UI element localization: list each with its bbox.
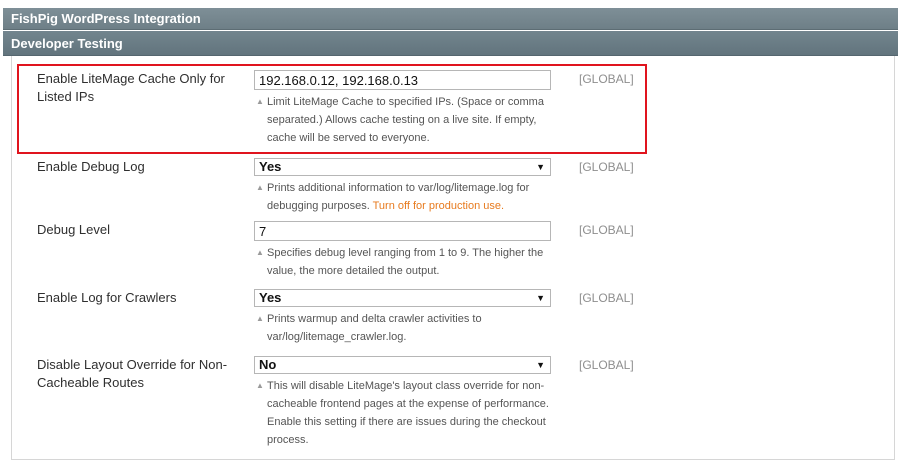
field-debug-level: ▲ Specifies debug level ranging from 1 t…	[254, 221, 554, 280]
select-value: Yes	[259, 290, 282, 305]
field-debug-log: Yes ▼ ▲ Prints additional information to…	[254, 158, 554, 215]
listed-ips-input[interactable]	[254, 70, 551, 90]
scope-label: [GLOBAL]	[579, 160, 634, 174]
note-debug-log: ▲ Prints additional information to var/l…	[254, 179, 557, 215]
section-header-developer-testing[interactable]: Developer Testing	[3, 31, 898, 56]
note-marker-icon: ▲	[256, 381, 264, 390]
note-marker-icon: ▲	[256, 314, 264, 323]
label-listed-ips: Enable LiteMage Cache Only for Listed IP…	[37, 71, 225, 104]
chevron-down-icon: ▼	[536, 293, 545, 303]
field-layout-override: No ▼ ▲ This will disable LiteMage's layo…	[254, 356, 554, 449]
layout-override-select[interactable]: No ▼	[254, 356, 551, 374]
scope-label: [GLOBAL]	[579, 72, 634, 86]
developer-testing-panel: Enable LiteMage Cache Only for Listed IP…	[11, 56, 895, 460]
note-marker-icon: ▲	[256, 183, 264, 192]
note-crawler-log: ▲ Prints warmup and delta crawler activi…	[254, 310, 557, 346]
note-warning-text: Turn off for production use.	[372, 200, 505, 212]
select-value: No	[259, 357, 277, 372]
note-text: This will disable LiteMage's layout clas…	[267, 380, 549, 446]
note-layout-override: ▲ This will disable LiteMage's layout cl…	[254, 377, 557, 449]
note-listed-ips: ▲ Limit LiteMage Cache to specified IPs.…	[254, 93, 557, 147]
field-listed-ips: ▲ Limit LiteMage Cache to specified IPs.…	[254, 70, 554, 147]
label-layout-override: Disable Layout Override for Non-Cacheabl…	[37, 357, 228, 390]
section-header-fishpig[interactable]: FishPig WordPress Integration	[3, 8, 898, 30]
chevron-down-icon: ▼	[536, 162, 545, 172]
select-value: Yes	[259, 159, 282, 174]
note-marker-icon: ▲	[256, 97, 264, 106]
crawler-log-select[interactable]: Yes ▼	[254, 289, 551, 307]
note-text: Limit LiteMage Cache to specified IPs. (…	[267, 96, 544, 144]
scope-label: [GLOBAL]	[579, 291, 634, 305]
scope-label: [GLOBAL]	[579, 358, 634, 372]
label-debug-log: Enable Debug Log	[37, 159, 145, 174]
note-debug-level: ▲ Specifies debug level ranging from 1 t…	[254, 244, 557, 280]
label-crawler-log: Enable Log for Crawlers	[37, 290, 177, 305]
label-debug-level: Debug Level	[37, 222, 110, 237]
scope-label: [GLOBAL]	[579, 223, 634, 237]
note-text: Specifies debug level ranging from 1 to …	[267, 247, 544, 277]
chevron-down-icon: ▼	[536, 360, 545, 370]
debug-log-select[interactable]: Yes ▼	[254, 158, 551, 176]
note-marker-icon: ▲	[256, 248, 264, 257]
note-text: Prints warmup and delta crawler activiti…	[267, 313, 482, 343]
field-crawler-log: Yes ▼ ▲ Prints warmup and delta crawler …	[254, 289, 554, 346]
debug-level-input[interactable]	[254, 221, 551, 241]
